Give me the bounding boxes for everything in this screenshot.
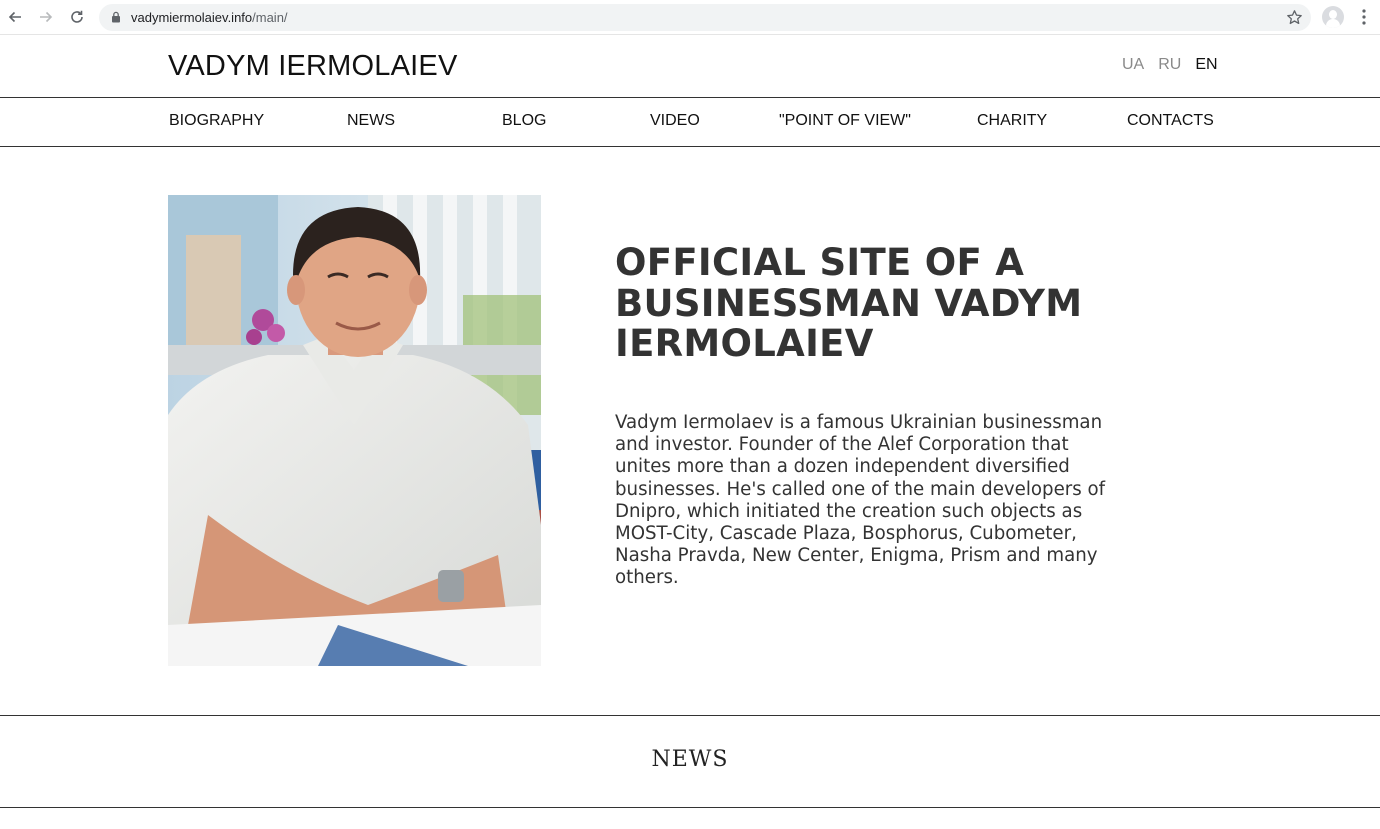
nav-divider — [0, 146, 1380, 147]
nav-item-biography[interactable]: BIOGRAPHY — [169, 112, 264, 130]
language-switcher: UA RU EN — [1122, 56, 1218, 74]
url-path: /main/ — [252, 10, 288, 25]
nav-item-point-of-view[interactable]: "POINT OF VIEW" — [779, 112, 911, 130]
browser-toolbar: vadymiermolaiev.info/main/ — [0, 0, 1380, 35]
hero-description: Vadym Iermolaev is a famous Ukrainian bu… — [615, 412, 1106, 589]
more-menu-icon[interactable] — [1357, 8, 1371, 26]
portrait-photo — [168, 195, 541, 666]
section-divider-top — [0, 715, 1380, 716]
bookmark-star-icon[interactable] — [1286, 9, 1303, 26]
section-divider-bottom — [0, 807, 1380, 808]
url-text: vadymiermolaiev.info/main/ — [131, 10, 288, 25]
address-bar[interactable]: vadymiermolaiev.info/main/ — [99, 4, 1311, 31]
url-host: vadymiermolaiev.info — [131, 10, 253, 25]
lock-icon — [112, 11, 120, 23]
lang-ru[interactable]: RU — [1158, 56, 1181, 74]
nav-item-news[interactable]: NEWS — [347, 112, 395, 130]
main-navigation: BIOGRAPHY NEWS BLOG VIDEO "POINT OF VIEW… — [0, 98, 1380, 146]
site-title[interactable]: VADYM IERMOLAIEV — [168, 50, 458, 82]
lang-ua[interactable]: UA — [1122, 56, 1144, 74]
news-section-heading: NEWS — [651, 747, 729, 772]
reload-icon[interactable] — [67, 7, 87, 27]
hero-title: OFFICIAL SITE OF A BUSINESSMAN VADYM IER… — [615, 241, 1083, 365]
forward-arrow-icon[interactable] — [36, 7, 56, 27]
nav-item-charity[interactable]: CHARITY — [977, 112, 1047, 130]
back-arrow-icon[interactable] — [5, 7, 25, 27]
nav-item-contacts[interactable]: CONTACTS — [1127, 112, 1214, 130]
profile-icon[interactable] — [1322, 6, 1344, 28]
lang-en[interactable]: EN — [1195, 56, 1217, 74]
nav-item-video[interactable]: VIDEO — [650, 112, 700, 130]
nav-item-blog[interactable]: BLOG — [502, 112, 546, 130]
